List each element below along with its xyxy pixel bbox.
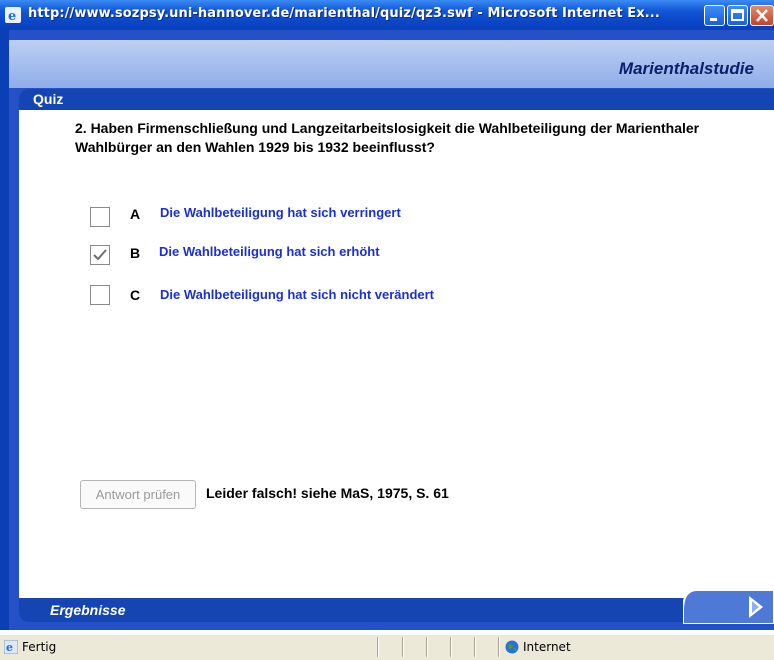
results-bar: Ergebnisse	[19, 598, 774, 622]
globe-icon	[505, 640, 519, 654]
window-title: http://www.sozpsy.uni-hannover.de/marien…	[28, 6, 660, 21]
status-bar: e Fertig Internet	[0, 634, 774, 660]
svg-text:e: e	[6, 641, 13, 654]
option-a-checkbox[interactable]	[90, 207, 110, 227]
status-text: Fertig	[22, 640, 57, 654]
page-icon: e	[4, 640, 18, 654]
status-divider	[498, 637, 500, 657]
section-bar: Quiz	[19, 89, 774, 110]
app-brand-title: Marienthalstudie	[618, 59, 754, 78]
option-a-letter: A	[130, 206, 141, 222]
close-button[interactable]	[750, 5, 774, 26]
status-divider	[377, 637, 379, 657]
quiz-panel	[19, 110, 774, 598]
svg-text:e: e	[8, 9, 16, 23]
security-zone-text: Internet	[523, 640, 571, 654]
checkmark-icon	[93, 249, 107, 261]
option-c-checkbox[interactable]	[90, 285, 110, 305]
status-divider	[402, 637, 404, 657]
status-divider	[450, 637, 452, 657]
window-title-bar[interactable]: e http://www.sozpsy.uni-hannover.de/mari…	[0, 0, 774, 30]
section-label: Quiz	[33, 91, 64, 107]
check-answer-button[interactable]: Antwort prüfen	[80, 480, 196, 509]
option-c-letter: C	[130, 287, 141, 303]
close-icon	[756, 9, 768, 22]
next-button[interactable]	[683, 588, 774, 624]
option-b-checkbox[interactable]	[90, 245, 110, 265]
maximize-button[interactable]	[727, 5, 748, 26]
ie-icon: e	[5, 7, 21, 23]
app-header: Marienthalstudie	[9, 40, 774, 88]
status-divider	[474, 637, 476, 657]
question-text: 2. Haben Firmenschließung und Langzeitar…	[75, 120, 700, 155]
option-a-text[interactable]: Die Wahlbeteiligung hat sich verringert	[160, 205, 401, 220]
minimize-icon	[710, 18, 717, 21]
feedback-text: Leider falsch! siehe MaS, 1975, S. 61	[206, 485, 449, 501]
maximize-icon	[731, 9, 744, 21]
option-b-text[interactable]: Die Wahlbeteiligung hat sich erhöht	[159, 244, 380, 259]
option-c-text[interactable]: Die Wahlbeteiligung hat sich nicht verän…	[160, 287, 434, 302]
status-divider	[426, 637, 428, 657]
minimize-button[interactable]	[704, 5, 725, 26]
results-label[interactable]: Ergebnisse	[50, 602, 125, 618]
window-frame-left	[0, 30, 9, 630]
option-b-letter: B	[130, 245, 141, 261]
